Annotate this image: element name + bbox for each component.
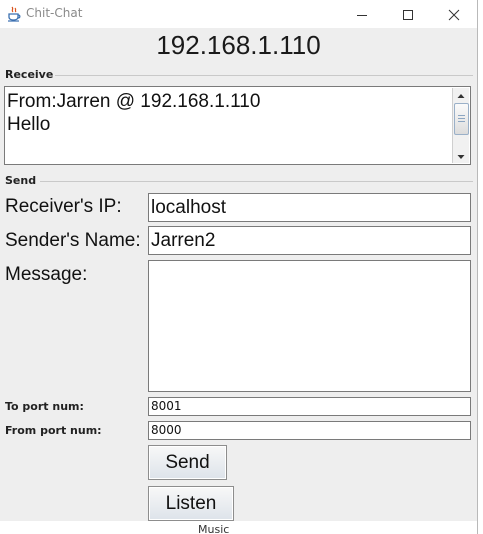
listen-button[interactable]: Listen bbox=[148, 486, 234, 521]
receive-divider bbox=[55, 75, 473, 76]
from-port-label: From port num: bbox=[5, 424, 102, 437]
receive-scrollbar[interactable] bbox=[452, 88, 469, 163]
message-label: Message: bbox=[5, 264, 88, 285]
receive-textarea[interactable]: From:Jarren @ 192.168.1.110 Hello bbox=[4, 86, 471, 165]
receive-line: Hello bbox=[7, 114, 51, 135]
send-section-label: Send bbox=[5, 174, 37, 187]
chevron-down-icon bbox=[457, 155, 465, 159]
desktop-background bbox=[478, 0, 483, 534]
chat-window: Chit-Chat 192.168.1.110 Receive From:Jar… bbox=[0, 0, 478, 534]
title-bar[interactable]: Chit-Chat bbox=[0, 0, 477, 28]
receive-line: From:Jarren @ 192.168.1.110 bbox=[7, 91, 261, 112]
to-port-label: To port num: bbox=[5, 400, 84, 413]
local-ip-heading: 192.168.1.110 bbox=[156, 30, 321, 60]
close-icon bbox=[448, 9, 460, 21]
from-port-field[interactable]: 8000 bbox=[148, 421, 471, 440]
message-textarea[interactable] bbox=[148, 260, 471, 392]
desktop-strip: Music bbox=[0, 521, 477, 534]
sender-name-label: Sender's Name: bbox=[5, 230, 141, 251]
minimize-icon bbox=[357, 15, 367, 16]
thumb-grip bbox=[458, 118, 465, 119]
thumb-grip bbox=[458, 121, 465, 122]
maximize-icon bbox=[403, 10, 413, 20]
to-port-field[interactable]: 8001 bbox=[148, 397, 471, 416]
receive-section-label: Receive bbox=[5, 68, 54, 81]
close-button[interactable] bbox=[431, 0, 477, 28]
window-title: Chit-Chat bbox=[26, 6, 83, 20]
scroll-down-button[interactable] bbox=[453, 149, 469, 163]
minimize-button[interactable] bbox=[339, 0, 385, 28]
scroll-thumb[interactable] bbox=[454, 103, 469, 135]
receiver-ip-label: Receiver's IP: bbox=[5, 196, 122, 217]
send-divider bbox=[40, 181, 473, 182]
send-button[interactable]: Send bbox=[148, 445, 227, 480]
maximize-button[interactable] bbox=[385, 0, 431, 28]
thumb-grip bbox=[458, 115, 465, 116]
receiver-ip-field[interactable]: localhost bbox=[148, 193, 471, 222]
taskbar-music-label: Music bbox=[198, 523, 230, 534]
sender-name-field[interactable]: Jarren2 bbox=[148, 226, 471, 255]
chevron-up-icon bbox=[457, 94, 465, 98]
scroll-up-button[interactable] bbox=[453, 88, 469, 102]
receive-messages: From:Jarren @ 192.168.1.110 Hello bbox=[7, 90, 451, 136]
java-cup-icon bbox=[7, 6, 21, 22]
